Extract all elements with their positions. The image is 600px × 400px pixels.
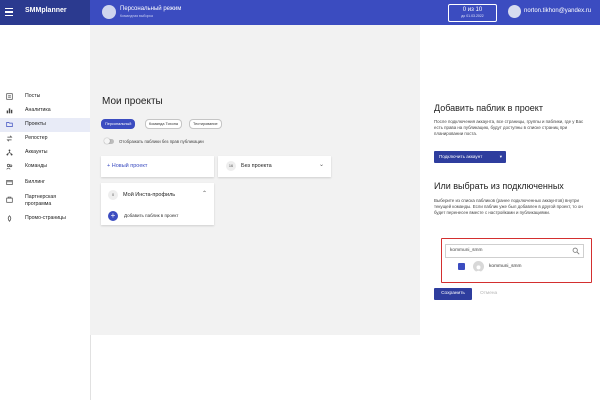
brand-logo[interactable]: SMMplanner: [25, 7, 67, 14]
insta-project-count: 0: [108, 190, 118, 200]
sidebar-item-billing[interactable]: Биллинг: [0, 176, 90, 190]
billing-icon: [6, 180, 13, 185]
main-content: [90, 25, 420, 335]
mode-avatar[interactable]: [102, 5, 116, 19]
cancel-link[interactable]: Отмена: [480, 291, 497, 296]
mode-subtitle: Командная выборка: [120, 14, 153, 18]
teams-icon: [6, 163, 13, 170]
public-avatar: [473, 261, 484, 273]
no-project-card[interactable]: 16 Без проекта ⌄: [218, 156, 331, 177]
chevron-up-icon[interactable]: ⌃: [202, 190, 207, 197]
sidebar: Посты Аналитика Проекты Репостер Аккаунт…: [0, 25, 91, 400]
counter-main: 0 из 10: [462, 7, 483, 13]
sidebar-item-posts[interactable]: Посты: [0, 90, 90, 104]
folder-icon: [6, 122, 13, 127]
connect-account-button[interactable]: Подключить аккаунт ▾: [434, 151, 506, 163]
sidebar-item-label: Команды: [25, 163, 47, 169]
page-title: Мои проекты: [102, 96, 163, 107]
sidebar-item-label: Промо-страницы: [25, 215, 66, 221]
search-value: kommuni_smm: [450, 248, 483, 253]
sidebar-item-projects[interactable]: Проекты: [0, 118, 90, 132]
insta-project-title[interactable]: Мой Инста-профиль: [123, 192, 175, 198]
new-project-label: + Новый проект: [107, 163, 148, 169]
sidebar-item-label: Посты: [25, 93, 41, 99]
choose-connected-description: Выберите из списка пабликов (ранее подкл…: [434, 198, 583, 216]
save-button[interactable]: Сохранить: [434, 288, 472, 300]
add-public-description: После подключения аккаунта, все страницы…: [434, 119, 584, 137]
sidebar-item-accounts[interactable]: Аккаунты: [0, 146, 90, 160]
user-email[interactable]: norton.tikhon@yandex.ru: [524, 8, 591, 14]
tab-personal[interactable]: Персональный: [101, 119, 136, 129]
brand-area: SMMplanner: [0, 0, 90, 25]
add-public-title: Добавить паблик в проект: [434, 103, 543, 113]
user-avatar[interactable]: [508, 5, 521, 18]
toggle-label: Отображать паблики без прав публикации: [119, 139, 204, 144]
choose-connected-title: Или выбрать из подключенных: [434, 181, 564, 191]
search-icon[interactable]: [572, 247, 580, 255]
top-bar: SMMplanner Персональный режим Командная …: [0, 0, 600, 25]
new-project-button[interactable]: + Новый проект: [101, 156, 214, 177]
sidebar-item-label: Аналитика: [25, 107, 51, 113]
analytics-icon: [6, 108, 13, 114]
insta-project-card: 0 Мой Инста-профиль ⌃ + Добавить паблик …: [101, 183, 214, 225]
sidebar-item-partner[interactable]: Партнерская программа: [0, 191, 90, 211]
check-icon: [459, 270, 464, 275]
chevron-down-icon[interactable]: ⌄: [319, 161, 324, 168]
chevron-down-icon: ▾: [499, 154, 502, 159]
connect-account-label: Подключить аккаунт: [439, 154, 483, 159]
public-checkbox[interactable]: [458, 263, 465, 275]
no-project-label: Без проекта: [241, 163, 272, 169]
show-unpublishable-toggle[interactable]: [104, 138, 114, 144]
sidebar-item-label: Биллинг: [25, 179, 46, 185]
search-input[interactable]: kommuni_smm: [445, 244, 584, 258]
sidebar-item-reposter[interactable]: Репостер: [0, 132, 90, 146]
mode-title[interactable]: Персональный режим: [120, 6, 181, 12]
posts-icon: [6, 93, 13, 100]
menu-icon[interactable]: [5, 8, 13, 18]
add-public-label[interactable]: Добавить паблик в проект: [124, 213, 178, 218]
user-icon: [475, 265, 482, 273]
accounts-icon: [6, 149, 13, 156]
add-public-icon[interactable]: +: [108, 211, 118, 221]
reposter-icon: [6, 135, 13, 142]
sidebar-item-teams[interactable]: Команды: [0, 160, 90, 174]
no-project-count: 16: [226, 161, 236, 171]
post-counter[interactable]: 0 из 10 до 01.03.2022: [448, 4, 497, 22]
sidebar-item-promo[interactable]: Промо-страницы: [0, 212, 90, 226]
tab-team-tikhon[interactable]: Команда Тихона: [145, 119, 182, 129]
sidebar-item-label: Проекты: [25, 121, 46, 127]
tab-testing[interactable]: Тестирование: [189, 119, 222, 129]
sidebar-item-label: Партнерская программа: [25, 194, 57, 207]
public-label[interactable]: kommuni_smm: [489, 264, 522, 269]
counter-expiry: до 01.03.2022: [461, 14, 484, 18]
sidebar-item-analytics[interactable]: Аналитика: [0, 104, 90, 118]
toggle-knob: [104, 138, 110, 144]
sidebar-item-label: Репостер: [25, 135, 48, 141]
partner-icon: [6, 196, 13, 203]
promo-icon: [7, 215, 12, 222]
sidebar-item-label: Аккаунты: [25, 149, 48, 155]
